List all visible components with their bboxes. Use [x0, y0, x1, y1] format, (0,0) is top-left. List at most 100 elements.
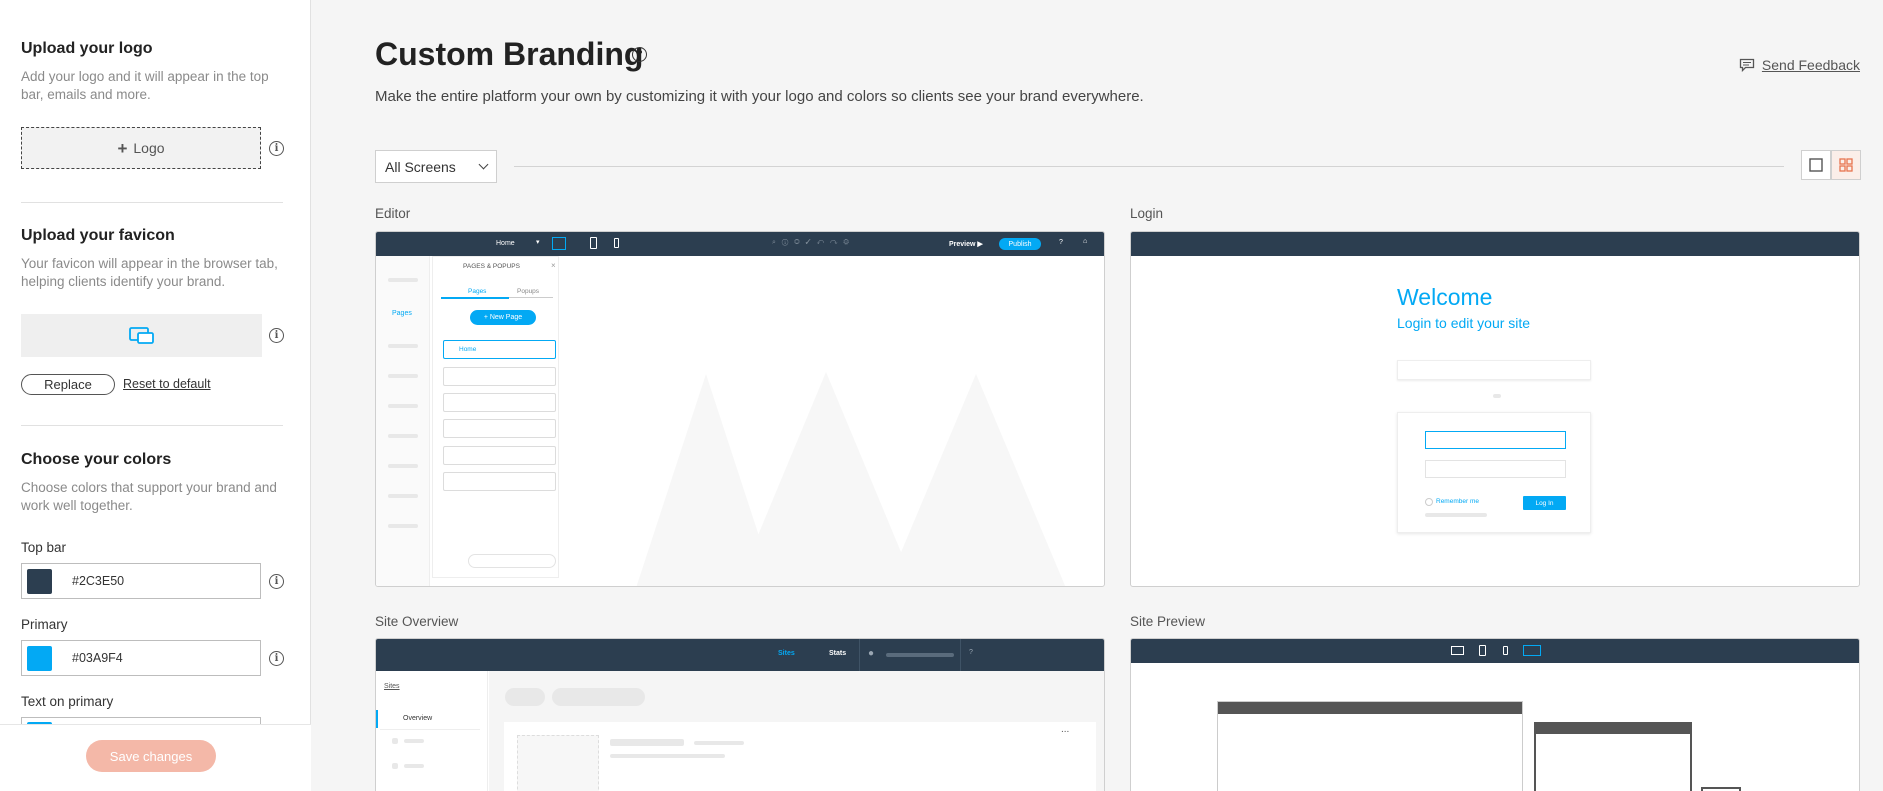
logo-info-icon[interactable]: i: [269, 141, 284, 156]
chevron-down-icon: [478, 159, 489, 170]
login-form: Remember me Log In: [1397, 412, 1591, 533]
topbar-color-swatch[interactable]: [27, 568, 52, 594]
primary-color-field[interactable]: #03A9F4: [21, 640, 261, 676]
user-icon: ●: [868, 648, 875, 659]
tablet-icon: [1479, 645, 1486, 656]
logo-section-desc: Add your logo and it will appear in the …: [21, 69, 269, 102]
placeholder-shape: [886, 374, 1066, 586]
send-feedback-link[interactable]: Send Feedback: [1739, 57, 1860, 73]
overview-topbar: Sites Stats ● ?: [376, 639, 1104, 671]
primary-color-swatch[interactable]: [27, 645, 52, 671]
login-card-label: Login: [1130, 206, 1164, 221]
favicon-info-icon[interactable]: i: [269, 328, 284, 343]
favicon-icon: [128, 326, 154, 344]
pages-tab: Pages: [468, 288, 487, 295]
mobile-frame: [1701, 787, 1741, 791]
overview-card-label: Site Overview: [375, 614, 459, 629]
divider: [21, 202, 283, 203]
primary-color-label: Primary: [21, 617, 68, 632]
favicon-section-title: Upload your favicon: [21, 227, 175, 244]
mobile-icon: [614, 238, 619, 248]
new-page-button: + New Page: [470, 310, 536, 325]
help-icon[interactable]: ?: [632, 47, 647, 62]
upload-logo-label: Logo: [133, 140, 165, 156]
divider: [514, 166, 1784, 167]
desktop-icon: [1451, 646, 1464, 655]
save-changes-button[interactable]: Save changes: [86, 740, 216, 772]
screen-filter-select[interactable]: All Screens: [375, 150, 497, 183]
overview-nav-item: Overview: [403, 715, 433, 722]
overview-content: ...: [489, 671, 1104, 791]
pages-panel: PAGES & POPUPS × Pages Popups + New Page…: [432, 256, 559, 578]
login-preview-card[interactable]: Welcome Login to edit your site Remember…: [1130, 231, 1860, 587]
feedback-icon: [1739, 58, 1755, 72]
home-icon: ⌂: [1083, 238, 1088, 245]
login-topbar: [1131, 232, 1859, 256]
page-home-label: Home: [459, 346, 477, 353]
tablet-frame: [1534, 722, 1692, 791]
desktop-frame: [1217, 701, 1523, 791]
login-button: Log In: [1523, 496, 1566, 510]
primary-color-value[interactable]: #03A9F4: [72, 651, 123, 665]
grid-view-icon: [1839, 158, 1853, 172]
login-subtitle: Login to edit your site: [1397, 315, 1531, 331]
all-devices-icon: [1523, 645, 1541, 656]
topbar-color-label: Top bar: [21, 540, 67, 555]
overview-sites-tab: Sites: [778, 650, 795, 657]
main-content: Custom Branding ? Make the entire platfo…: [312, 0, 1883, 791]
upload-logo-button[interactable]: + Logo: [21, 127, 261, 169]
editor-card-label: Editor: [375, 206, 411, 221]
single-view-button[interactable]: [1801, 150, 1831, 180]
colors-section-title: Choose your colors: [21, 451, 172, 468]
topbar-color-field[interactable]: #2C3E50: [21, 563, 261, 599]
topbar-color-value[interactable]: #2C3E50: [72, 574, 124, 588]
view-toggle: [1801, 150, 1861, 180]
settings-sidebar: Upload your logo Add your logo and it wi…: [0, 0, 311, 791]
colors-section: Choose your colors Choose colors that su…: [21, 451, 283, 515]
mobile-icon: [1503, 646, 1508, 655]
favicon-section-desc: Your favicon will appear in the browser …: [21, 256, 278, 289]
help-icon: ?: [1059, 239, 1063, 246]
save-bar: Save changes: [0, 724, 311, 791]
help-icon: ?: [969, 649, 973, 656]
close-icon: ×: [551, 261, 556, 270]
reset-favicon-link[interactable]: Reset to default: [123, 377, 211, 391]
editor-publish-button: Publish: [999, 238, 1041, 250]
logo-section: Upload your logo Add your logo and it wi…: [21, 40, 283, 104]
primary-info-icon[interactable]: i: [269, 651, 284, 666]
tablet-icon: [590, 237, 597, 249]
popups-tab: Popups: [517, 288, 540, 295]
favicon-preview: [21, 314, 262, 357]
overview-preview-card[interactable]: Sites Stats ● ? Sites Overview ...: [375, 638, 1105, 791]
replace-favicon-button[interactable]: Replace: [21, 374, 115, 395]
screen-filter-value: All Screens: [385, 158, 456, 175]
send-feedback-label: Send Feedback: [1761, 57, 1860, 73]
editor-page-select: Home: [496, 240, 515, 247]
site-preview-card-label: Site Preview: [1130, 614, 1206, 629]
overview-back-link: Sites: [384, 683, 400, 690]
toolbar-icons: ⌕ ⓘ ◎ ✓ ↶ ↷ ⚙: [772, 239, 849, 246]
favicon-section: Upload your favicon Your favicon will ap…: [21, 227, 283, 291]
overview-menu-icon: ...: [1061, 724, 1070, 735]
overview-side-nav: Sites Overview: [376, 671, 488, 791]
topbar-info-icon[interactable]: i: [269, 574, 284, 589]
page-row-home: Home: [443, 340, 556, 359]
login-welcome: Welcome: [1397, 284, 1493, 310]
text-on-primary-label: Text on primary: [21, 694, 114, 709]
divider: [21, 425, 283, 426]
editor-preview-button: Preview ▶: [949, 241, 983, 248]
chevron-down-icon: ▾: [536, 239, 540, 246]
side-nav-pages: Pages: [392, 310, 412, 317]
remember-me-label: Remember me: [1436, 498, 1479, 505]
site-preview-card[interactable]: [1130, 638, 1860, 791]
logo-section-title: Upload your logo: [21, 40, 153, 57]
editor-preview-card[interactable]: Home ▾ ⌕ ⓘ ◎ ✓ ↶ ↷ ⚙ Preview ▶ Publish ?…: [375, 231, 1105, 587]
single-view-icon: [1809, 158, 1823, 172]
overview-stats-tab: Stats: [829, 650, 847, 657]
grid-view-button[interactable]: [1831, 150, 1861, 180]
colors-section-desc: Choose colors that support your brand an…: [21, 480, 277, 513]
pages-panel-title: PAGES & POPUPS: [463, 263, 520, 270]
plus-icon: +: [117, 138, 128, 158]
editor-side-nav: Pages: [376, 256, 430, 586]
editor-topbar: Home ▾ ⌕ ⓘ ◎ ✓ ↶ ↷ ⚙ Preview ▶ Publish ?…: [376, 232, 1104, 256]
